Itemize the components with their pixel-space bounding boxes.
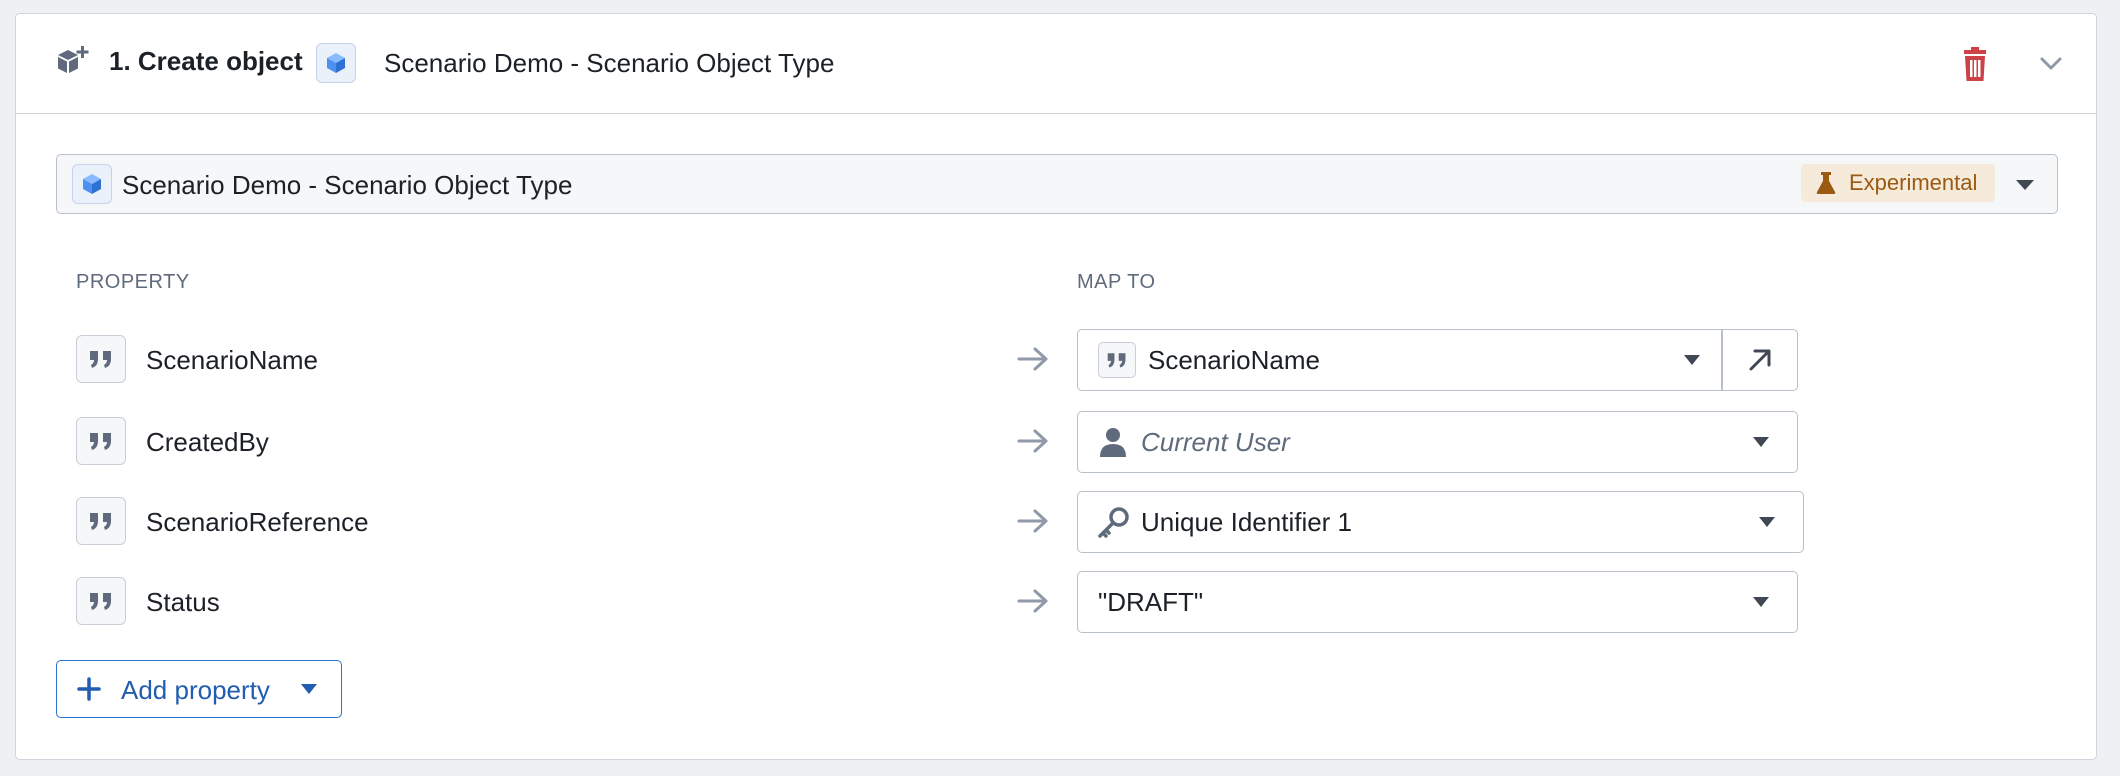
add-property-label: Add property [121,675,270,705]
map-to-column-header: MAP TO [1077,271,1156,293]
string-type-icon [76,497,126,545]
property-row: Status "DRAFT" [16,571,2096,633]
string-type-icon [76,335,126,383]
caret-down-icon[interactable] [1752,436,1770,448]
key-icon [1098,507,1129,538]
property-name: CreatedBy [146,427,269,457]
map-to-select[interactable]: "DRAFT" [1077,571,1798,633]
experimental-badge-label: Experimental [1849,170,1978,195]
object-type-select[interactable]: Scenario Demo - Scenario Object Type Exp… [56,154,2058,214]
caret-down-icon[interactable] [2015,178,2035,192]
property-name: ScenarioName [146,345,318,375]
string-type-icon [76,417,126,465]
property-row: ScenarioReference Unique Identifier 1 [16,491,2096,553]
caret-down-icon[interactable] [1683,354,1701,366]
string-type-icon [76,577,126,625]
map-to-select[interactable]: Current User [1077,411,1798,473]
card-header[interactable]: 1. Create object Scenario Demo - Scenari… [16,14,2096,114]
map-to-value: "DRAFT" [1098,587,1204,617]
arrow-right-icon [1017,429,1048,453]
create-object-card: 1. Create object Scenario Demo - Scenari… [15,13,2097,760]
arrow-right-icon [1017,589,1048,613]
map-to-value: Unique Identifier 1 [1141,507,1353,537]
map-to-value: Current User [1141,427,1290,457]
chevron-down-icon[interactable] [2036,50,2066,76]
open-external-icon[interactable] [1746,346,1774,374]
step-title: 1. Create object [109,46,303,76]
property-column-header: PROPERTY [76,271,190,293]
caret-down-icon[interactable] [1752,596,1770,608]
user-icon [1100,428,1126,457]
create-object-icon [58,46,89,73]
object-type-icon [72,164,112,204]
plus-icon [77,677,101,701]
object-type-select-value: Scenario Demo - Scenario Object Type [122,170,573,200]
property-name: Status [146,587,220,617]
map-to-select[interactable]: Unique Identifier 1 [1077,491,1804,553]
divider [1721,330,1723,390]
arrow-right-icon [1017,509,1048,533]
arrow-right-icon [1017,347,1048,371]
quote-icon [1098,342,1136,378]
property-name: ScenarioReference [146,507,369,537]
map-to-value: ScenarioName [1148,345,1320,375]
add-property-button[interactable]: Add property [56,660,342,718]
caret-down-icon [301,684,317,694]
property-row: ScenarioName ScenarioName [16,329,2096,391]
map-to-select[interactable]: ScenarioName [1077,329,1798,391]
header-object-type-name: Scenario Demo - Scenario Object Type [384,48,835,78]
trash-icon[interactable] [1955,44,1995,84]
object-type-icon [316,43,356,83]
property-row: CreatedBy Current User [16,411,2096,473]
experimental-badge: Experimental [1801,164,1995,202]
flask-icon [1816,172,1836,194]
caret-down-icon[interactable] [1758,516,1776,528]
